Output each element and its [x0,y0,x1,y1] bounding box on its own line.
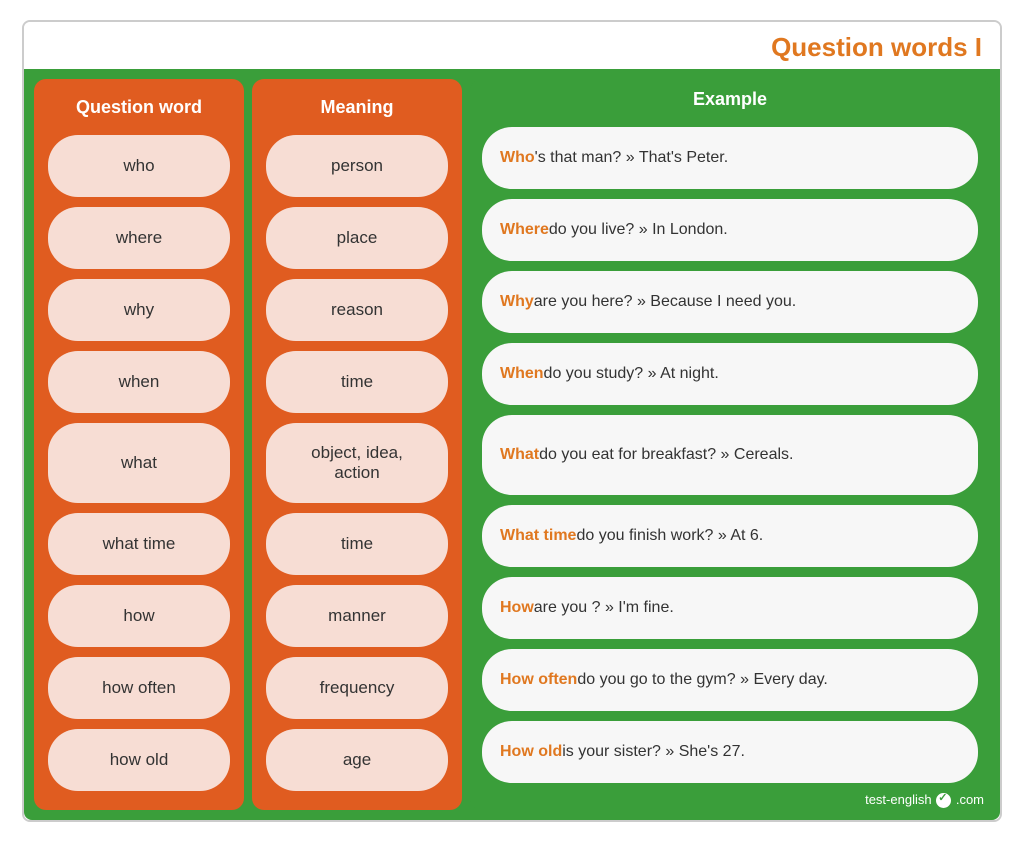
list-item: Where do you live? » In London. [482,199,978,261]
list-item: frequency [266,657,448,719]
list-item: How old is your sister? » She's 27. [482,721,978,783]
keyword: What time [500,527,576,545]
col-meaning: Meaning person place reason time object,… [252,79,462,810]
main-container: Question words I Question word who where… [22,20,1002,822]
list-item: How are you ? » I'm fine. [482,577,978,639]
keyword: Why [500,293,534,311]
list-item: what time [48,513,230,575]
list-item: how often [48,657,230,719]
list-item: where [48,207,230,269]
list-item: time [266,513,448,575]
list-item: person [266,135,448,197]
list-item: why [48,279,230,341]
footer-text: test-english ✓ .com [865,792,984,808]
col-example-header: Example [474,79,986,122]
keyword: How old [500,743,562,761]
list-item: Who's that man? » That's Peter. [482,127,978,189]
check-icon: ✓ [936,793,951,808]
page-title: Question words I [771,32,982,62]
keyword: How [500,599,534,617]
list-item: age [266,729,448,791]
list-item: What time do you finish work? » At 6. [482,505,978,567]
keyword: Who [500,149,535,167]
footer: test-english ✓ .com [474,788,986,810]
list-item: place [266,207,448,269]
list-item: how old [48,729,230,791]
list-item: reason [266,279,448,341]
list-item: When do you study? » At night. [482,343,978,405]
keyword: How often [500,671,577,689]
example-text: 's that man? » That's Peter. [535,149,728,167]
example-text: do you eat for breakfast? » Cereals. [539,446,793,464]
list-item: when [48,351,230,413]
col-question-header: Question word [40,87,238,130]
list-item: how [48,585,230,647]
list-item: Why are you here? » Because I need you. [482,271,978,333]
example-text: is your sister? » She's 27. [562,743,745,761]
col-meaning-header: Meaning [258,87,456,130]
example-text: do you go to the gym? » Every day. [577,671,828,689]
list-item: time [266,351,448,413]
example-text: do you live? » In London. [549,221,728,239]
keyword: When [500,365,544,383]
list-item: who [48,135,230,197]
footer-domain: .com [956,792,984,807]
keyword: Where [500,221,549,239]
footer-brand: test-english [865,792,931,807]
example-text: are you ? » I'm fine. [534,599,674,617]
list-item: manner [266,585,448,647]
title-bar: Question words I [24,22,1000,69]
keyword: What [500,446,539,464]
table-wrapper: Question word who where why when what wh… [24,69,1000,820]
example-text: do you study? » At night. [544,365,719,383]
example-text: do you finish work? » At 6. [576,527,763,545]
list-item: what [48,423,230,503]
list-item: object, idea, action [266,423,448,503]
col-example: Example Who's that man? » That's Peter. … [470,79,990,810]
col-question-word: Question word who where why when what wh… [34,79,244,810]
list-item: How often do you go to the gym? » Every … [482,649,978,711]
list-item: What do you eat for breakfast? » Cereals… [482,415,978,495]
example-text: are you here? » Because I need you. [534,293,796,311]
